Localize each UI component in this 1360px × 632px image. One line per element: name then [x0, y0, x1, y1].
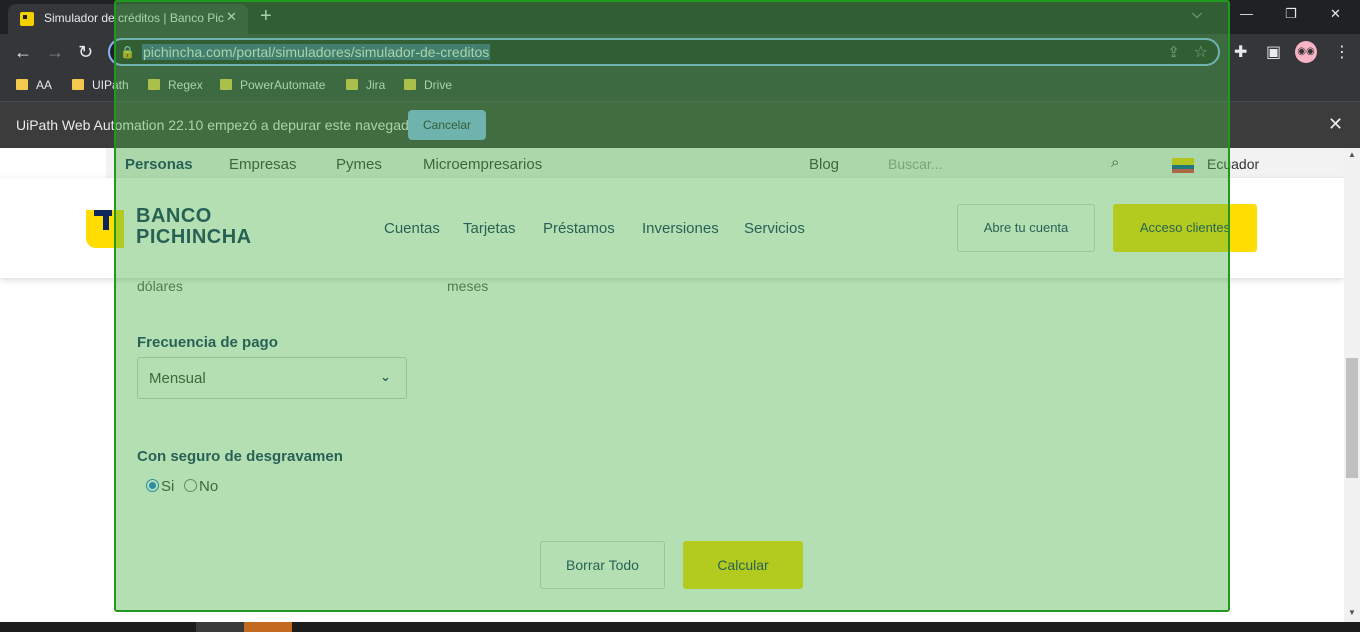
bookmark-item[interactable]: PowerAutomate: [220, 78, 325, 92]
close-window-button[interactable]: ✕: [1330, 6, 1341, 22]
browser-tab[interactable]: Simulador de créditos | Banco Pichincha …: [8, 4, 248, 34]
bookmark-item[interactable]: Drive: [404, 78, 452, 92]
topnav-empresas[interactable]: Empresas: [229, 156, 297, 173]
side-panel-icon[interactable]: ▣: [1266, 42, 1281, 62]
infobar-cancel-button[interactable]: Cancelar: [408, 110, 486, 140]
profile-avatar[interactable]: ◉◉: [1295, 41, 1317, 63]
topnav-personas[interactable]: Personas: [125, 156, 193, 173]
new-tab-button[interactable]: +: [260, 5, 272, 28]
tab-title: Simulador de créditos | Banco Pichincha: [44, 11, 224, 25]
calculate-button[interactable]: Calcular: [683, 541, 803, 589]
topnav-pymes[interactable]: Pymes: [336, 156, 382, 173]
scroll-down-icon[interactable]: ▼: [1348, 608, 1356, 617]
bookmark-item[interactable]: UIPath: [72, 78, 129, 92]
client-access-button[interactable]: Acceso clientes: [1113, 204, 1257, 252]
open-account-button[interactable]: Abre tu cuenta: [957, 204, 1095, 252]
folder-icon: [16, 79, 28, 90]
payment-frequency-value: Mensual: [149, 370, 206, 387]
back-arrow-icon[interactable]: ←: [14, 42, 32, 63]
address-bar[interactable]: 🔒 pichincha.com/portal/simuladores/simul…: [108, 38, 1220, 66]
forward-arrow-icon[interactable]: →: [46, 42, 64, 63]
minimize-button[interactable]: —: [1240, 6, 1253, 21]
browser-tab-bar: Simulador de créditos | Banco Pichincha …: [0, 0, 1360, 34]
country-selector[interactable]: Ecuador: [1207, 156, 1259, 172]
mainnav-tarjetas[interactable]: Tarjetas: [463, 220, 516, 237]
os-taskbar: [0, 622, 1360, 632]
mainnav-cuentas[interactable]: Cuentas: [384, 220, 440, 237]
insurance-no-label[interactable]: No: [199, 478, 218, 495]
mainnav-prestamos[interactable]: Préstamos: [543, 220, 615, 237]
site-search-input[interactable]: Buscar...: [888, 156, 942, 172]
topnav-blog[interactable]: Blog: [809, 156, 839, 173]
mainnav-servicios[interactable]: Servicios: [744, 220, 805, 237]
page-viewport: Personas Empresas Pymes Microempresarios…: [0, 148, 1360, 622]
bank-logo-text[interactable]: BANCO PICHINCHA: [136, 206, 252, 248]
extensions-puzzle-icon[interactable]: ✚: [1234, 42, 1247, 62]
lock-icon[interactable]: 🔒: [120, 45, 135, 59]
favicon-icon: [20, 12, 34, 26]
clear-all-button[interactable]: Borrar Todo: [540, 541, 665, 589]
bookmark-star-icon[interactable]: ☆: [1194, 42, 1208, 62]
taskbar-app[interactable]: [196, 622, 244, 632]
folder-icon: [220, 79, 232, 90]
insurance-label: Con seguro de desgravamen: [137, 448, 343, 465]
payment-frequency-select[interactable]: Mensual ⌄: [137, 357, 407, 399]
taskbar-app[interactable]: [244, 622, 292, 632]
insurance-no-radio[interactable]: [184, 479, 197, 492]
insurance-yes-radio[interactable]: [146, 479, 159, 492]
url-text[interactable]: pichincha.com/portal/simuladores/simulad…: [142, 44, 491, 60]
mainnav-inversiones[interactable]: Inversiones: [642, 220, 719, 237]
term-unit-label: meses: [447, 278, 489, 294]
topnav-microempresarios[interactable]: Microempresarios: [423, 156, 542, 173]
bookmark-item[interactable]: Regex: [148, 78, 203, 92]
search-icon[interactable]: ⌕: [1111, 154, 1119, 171]
payment-frequency-label: Frecuencia de pago: [137, 334, 278, 351]
restore-button[interactable]: ❐: [1285, 6, 1297, 22]
insurance-yes-label[interactable]: Si: [161, 478, 174, 495]
folder-icon: [346, 79, 358, 90]
browser-toolbar: ← → ↻ 🔒 pichincha.com/portal/simuladores…: [0, 34, 1360, 72]
tab-close-icon[interactable]: ✕: [226, 9, 237, 25]
infobar-message: UiPath Web Automation 22.10 empezó a dep…: [16, 117, 422, 133]
tab-search-icon[interactable]: ⌵: [1192, 6, 1202, 22]
menu-kebab-icon[interactable]: ⋮: [1334, 42, 1350, 62]
scrollbar-thumb[interactable]: [1346, 358, 1358, 478]
site-top-nav: Personas Empresas Pymes Microempresarios…: [106, 148, 1344, 178]
chevron-down-icon: ⌄: [380, 369, 391, 384]
folder-icon: [72, 79, 84, 90]
amount-unit-label: dólares: [137, 278, 183, 294]
debug-infobar: UiPath Web Automation 22.10 empezó a dep…: [0, 102, 1360, 148]
ecuador-flag-icon: [1172, 158, 1194, 173]
share-icon[interactable]: ⇪: [1167, 43, 1180, 61]
scroll-up-icon[interactable]: ▲: [1348, 150, 1356, 159]
infobar-close-icon[interactable]: ✕: [1328, 114, 1343, 135]
bookmark-item[interactable]: AA: [16, 78, 52, 92]
bookmark-item[interactable]: Jira: [346, 78, 385, 92]
page-scrollbar[interactable]: ▲ ▼: [1344, 148, 1360, 622]
folder-icon: [148, 79, 160, 90]
bank-logo-icon[interactable]: [86, 210, 124, 248]
reload-icon[interactable]: ↻: [78, 42, 93, 63]
bookmarks-bar: AA UIPath Regex PowerAutomate Jira Drive: [0, 72, 1360, 102]
folder-icon: [404, 79, 416, 90]
